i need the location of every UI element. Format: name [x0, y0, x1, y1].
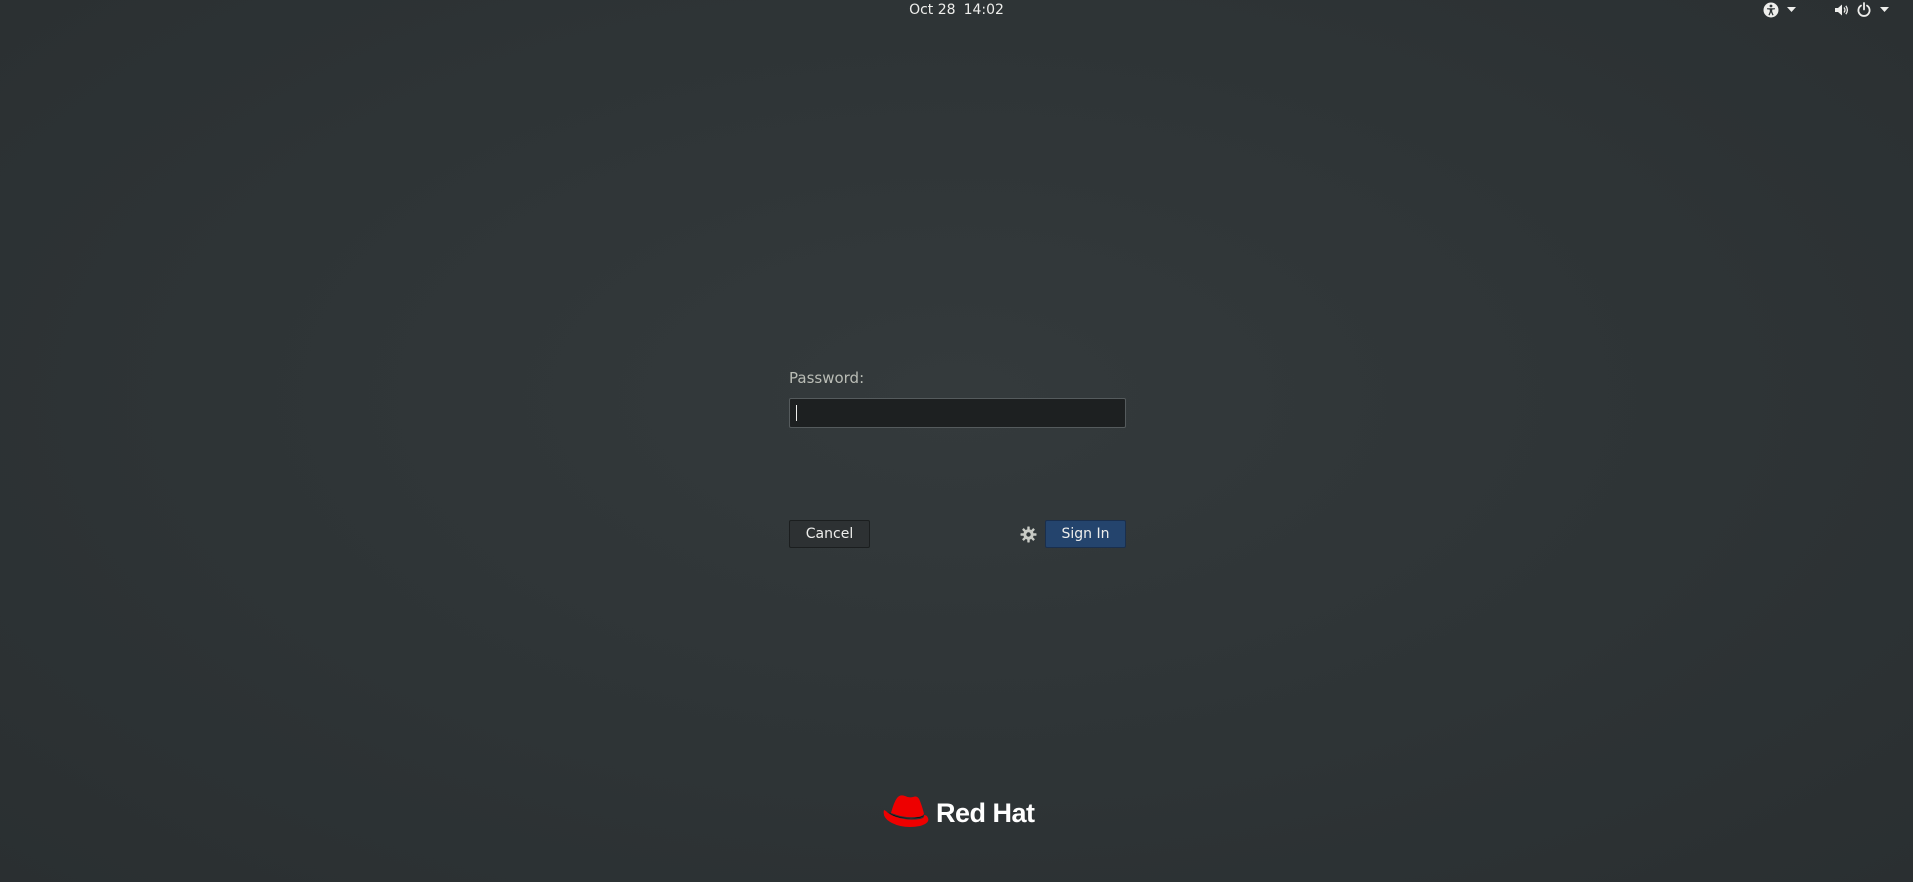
clock-button[interactable]: Oct 28 14:02: [909, 2, 1004, 18]
dropdown-arrow-icon: [1880, 7, 1889, 13]
power-icon: [1856, 2, 1872, 18]
login-buttons: Cancel Sign In: [789, 520, 1126, 548]
top-bar: Oct 28 14:02: [0, 0, 1913, 22]
gear-icon[interactable]: [1020, 526, 1037, 543]
dropdown-arrow-icon: [1787, 7, 1796, 13]
password-field[interactable]: [789, 398, 1126, 428]
password-label: Password:: [789, 369, 865, 387]
logo-text: Red Hat: [936, 797, 1035, 828]
red-hat-logo: Red Hat: [882, 793, 1035, 833]
login-form: Password: Cancel Sign In: [789, 368, 1126, 548]
clock-time: 14:02: [963, 2, 1004, 18]
text-caret: [796, 405, 797, 421]
system-menu[interactable]: [1834, 0, 1889, 20]
cancel-button[interactable]: Cancel: [789, 520, 870, 548]
accessibility-menu[interactable]: [1763, 0, 1796, 20]
volume-icon: [1834, 2, 1850, 18]
clock-date: Oct 28: [909, 2, 956, 18]
sign-in-button[interactable]: Sign In: [1045, 520, 1126, 548]
accessibility-icon: [1763, 2, 1779, 18]
clock: Oct 28 14:02: [0, 0, 1913, 20]
red-hat-fedora-icon: [882, 792, 932, 834]
login-screen: Oct 28 14:02 Password: Cancel Sign In Re…: [0, 0, 1913, 882]
